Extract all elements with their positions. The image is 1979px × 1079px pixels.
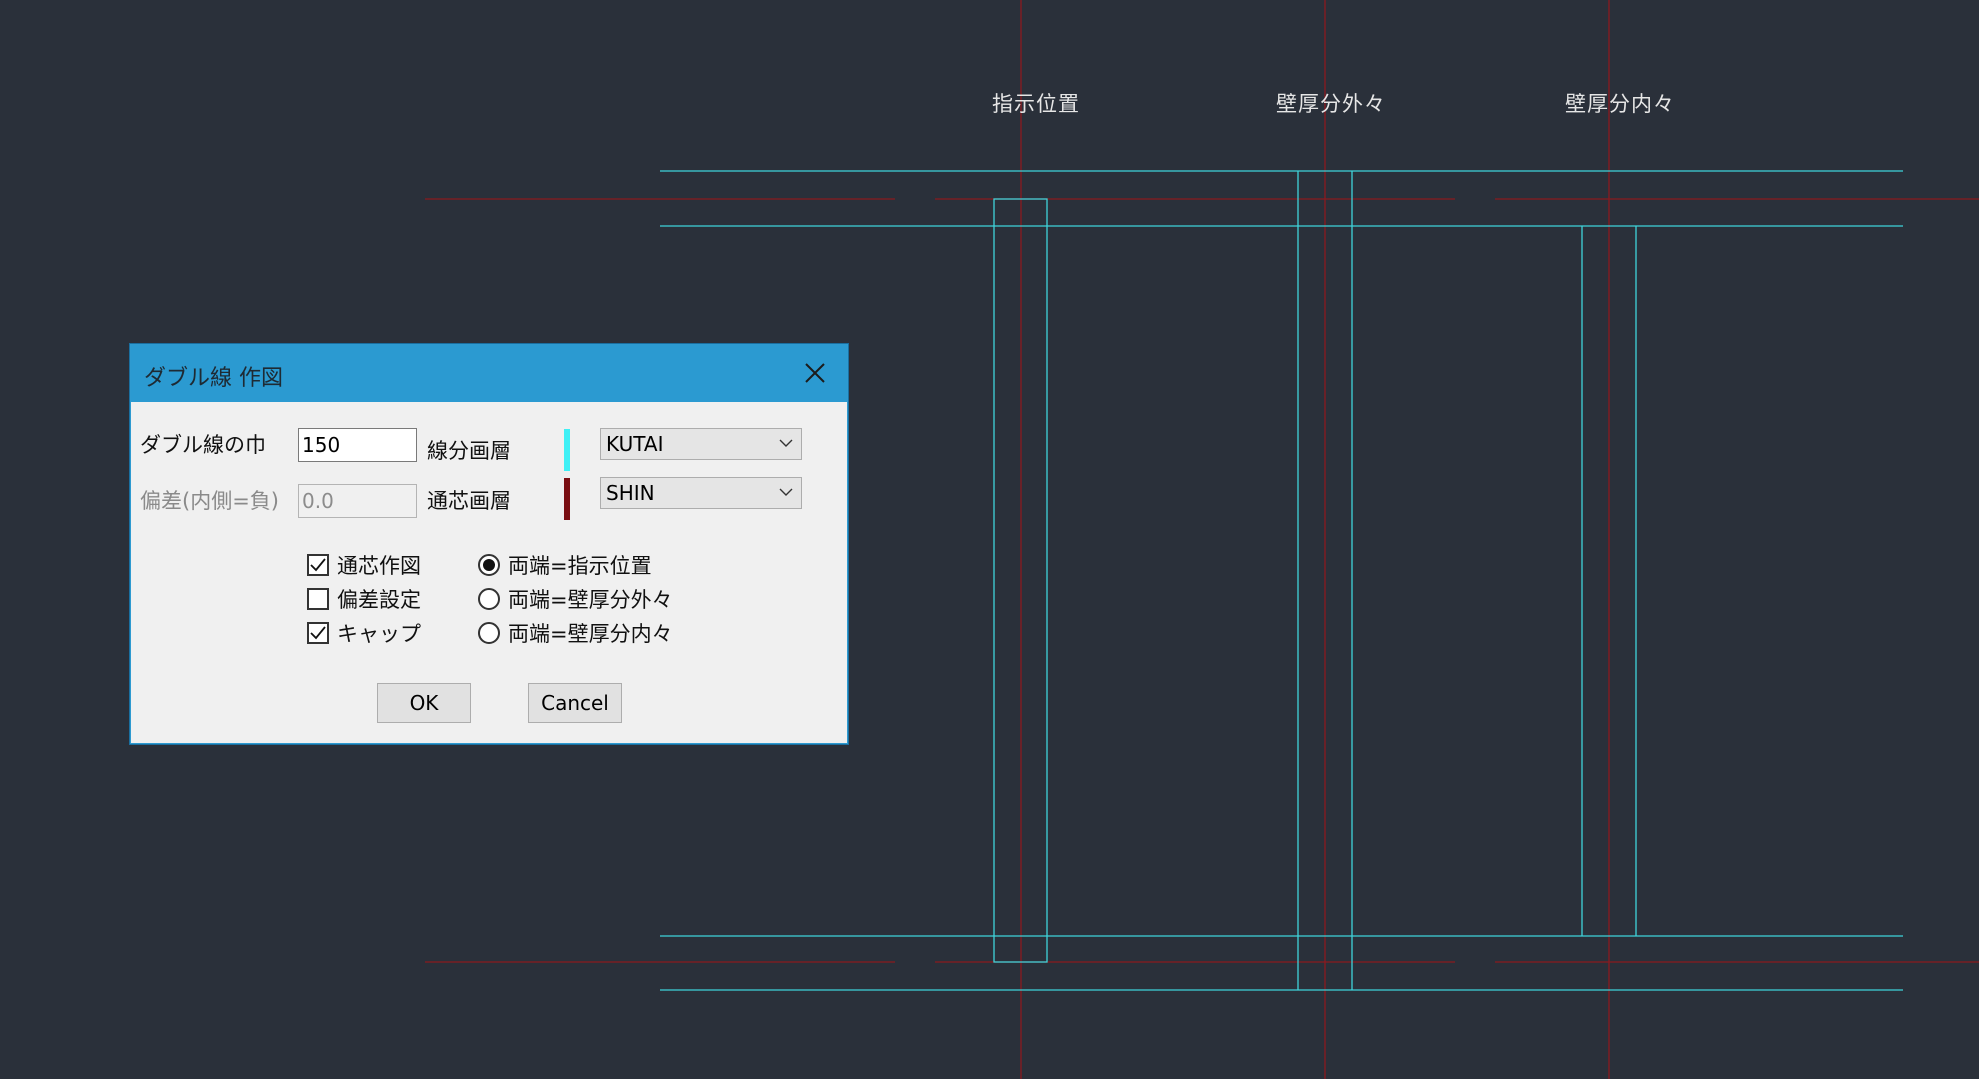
dialog-title: ダブル線 作図 — [144, 366, 283, 391]
checkbox-center-draw[interactable]: 通芯作図 — [307, 550, 421, 580]
center-layer-select[interactable]: SHIN — [600, 477, 802, 509]
radio-both-ends-inner[interactable]: 両端=壁厚分内々 — [478, 618, 673, 648]
width-input[interactable] — [298, 428, 417, 462]
label-wall-outer: 壁厚分外々 — [1276, 92, 1386, 116]
center-layer-label: 通芯画層 — [427, 489, 511, 513]
line-layer-label: 線分画層 — [427, 439, 511, 463]
offset-input[interactable] — [298, 484, 417, 518]
double-line-dialog: ダブル線 作図 ダブル線の巾 線分画層 KUTAI 偏差(内側=負) 通芯画層 … — [130, 344, 848, 744]
checkbox-box — [307, 588, 329, 610]
checkbox-box — [307, 554, 329, 576]
checkbox-cap[interactable]: キャップ — [307, 618, 421, 648]
chevron-down-icon — [779, 488, 793, 496]
checkbox-label: キャップ — [337, 622, 421, 646]
width-label: ダブル線の巾 — [140, 433, 266, 457]
radio-dot — [483, 559, 495, 571]
cancel-button[interactable]: Cancel — [528, 683, 622, 723]
radio-label: 両端=指示位置 — [508, 554, 652, 578]
offset-label: 偏差(内側=負) — [140, 489, 279, 513]
close-icon — [805, 363, 825, 383]
checkmark-icon — [310, 626, 326, 640]
label-wall-inner: 壁厚分内々 — [1565, 92, 1675, 116]
radio-both-ends-instruct[interactable]: 両端=指示位置 — [478, 550, 652, 580]
checkbox-offset-setting[interactable]: 偏差設定 — [307, 584, 421, 614]
dialog-titlebar[interactable]: ダブル線 作図 — [131, 345, 847, 402]
label-instruct-position: 指示位置 — [992, 92, 1080, 116]
checkbox-label: 通芯作図 — [337, 554, 421, 578]
radio-label: 両端=壁厚分内々 — [508, 622, 673, 646]
chevron-down-icon — [779, 439, 793, 447]
checkbox-box — [307, 622, 329, 644]
radio-both-ends-outer[interactable]: 両端=壁厚分外々 — [478, 584, 673, 614]
line-layer-select[interactable]: KUTAI — [600, 428, 802, 460]
checkbox-label: 偏差設定 — [337, 588, 421, 612]
line-layer-value: KUTAI — [606, 432, 664, 456]
radio-circle — [478, 622, 500, 644]
radio-circle — [478, 588, 500, 610]
close-button[interactable] — [793, 353, 837, 393]
center-layer-value: SHIN — [606, 481, 655, 505]
radio-circle — [478, 554, 500, 576]
center-layer-color-swatch — [564, 478, 570, 520]
ok-button[interactable]: OK — [377, 683, 471, 723]
radio-label: 両端=壁厚分外々 — [508, 588, 673, 612]
line-layer-color-swatch — [564, 429, 570, 471]
checkmark-icon — [310, 558, 326, 572]
